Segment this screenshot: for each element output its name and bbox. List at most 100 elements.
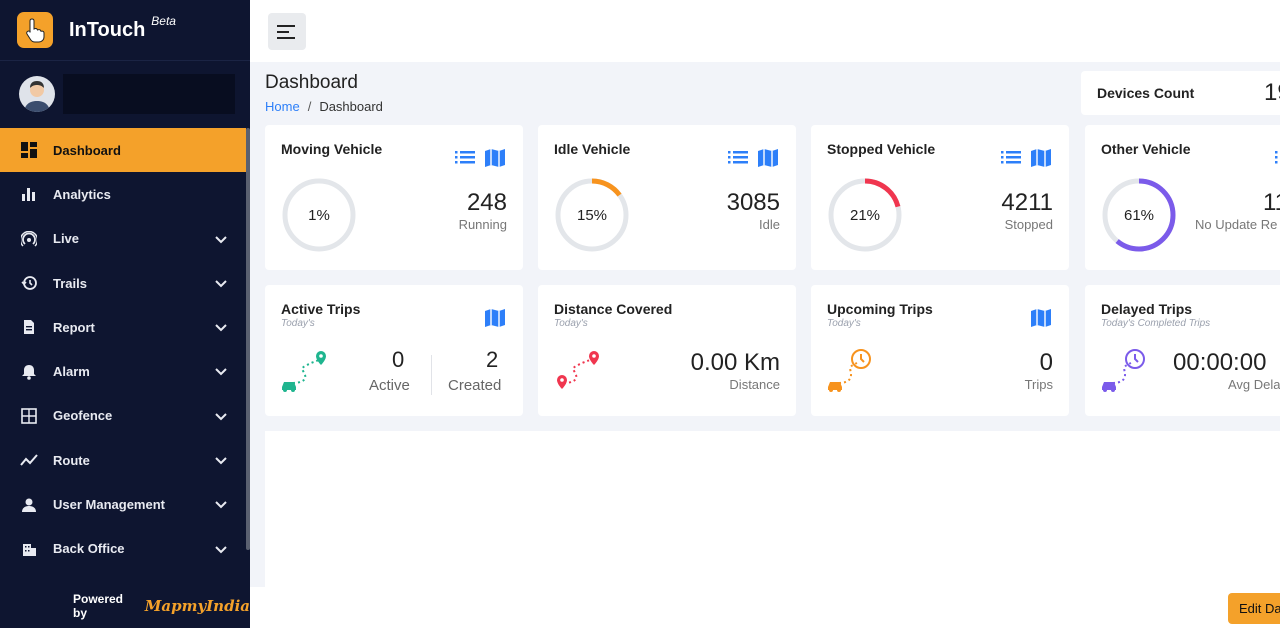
sidebar-item-label: Analytics (53, 186, 111, 202)
percent-label: 21% (849, 206, 881, 224)
powered-by-label: Powered by (73, 592, 124, 620)
map-icon[interactable] (1031, 149, 1051, 167)
card-title: Distance Covered (554, 301, 673, 317)
devices-count-card: Devices Count 19 (1081, 71, 1280, 115)
sidebar-item-back-office[interactable]: Back Office (0, 527, 246, 571)
vehicle-status-label: No Update Re (1195, 217, 1278, 232)
breadcrumb-current: Dashboard (319, 99, 383, 114)
divider (431, 355, 432, 395)
map-icon[interactable] (485, 149, 505, 167)
map-icon[interactable] (485, 309, 505, 327)
list-icon[interactable] (728, 149, 748, 165)
card-title: Idle Vehicle (554, 141, 631, 157)
card-title: Delayed Trips (1101, 301, 1193, 317)
breadcrumb-home-link[interactable]: Home (265, 99, 300, 114)
card-tools (485, 309, 505, 327)
vehicle-status-label: Idle (759, 217, 780, 232)
delayed-trips-card: Delayed Trips Today's Completed Trips 00… (1085, 285, 1280, 416)
upcoming-trips-value: 0 (1039, 349, 1053, 376)
beta-badge: Beta (151, 14, 176, 28)
distance-label: Distance (729, 377, 780, 392)
sidebar-item-alarm[interactable]: Alarm (0, 349, 246, 393)
chevron-down-icon (215, 413, 227, 421)
card-subtitle: Today's (554, 318, 588, 329)
dashboard-content-panel (265, 431, 1280, 587)
report-icon (20, 318, 38, 336)
upcoming-clock-car-icon (828, 349, 871, 392)
chevron-down-icon (215, 368, 227, 376)
route-car-icon (282, 351, 326, 392)
sidebar-item-label: Dashboard (53, 142, 121, 158)
sidebar-item-dashboard[interactable]: Dashboard (0, 128, 246, 173)
menu-toggle-button[interactable] (268, 13, 306, 50)
hand-pointer-icon (17, 12, 53, 48)
card-tools (455, 149, 505, 167)
delayed-clock-car-icon (1102, 349, 1145, 392)
chevron-down-icon (215, 501, 227, 509)
list-icon[interactable] (1001, 149, 1021, 165)
idle-vehicle-card: Idle Vehicle 15% 3085 Idle (538, 125, 796, 270)
moving-vehicle-card: Moving Vehicle 1% 248 Running (265, 125, 523, 270)
list-icon[interactable] (455, 149, 475, 165)
live-icon (20, 230, 38, 248)
sidebar-item-label: User Management (53, 497, 165, 513)
active-trips-card: Active Trips Today's 0 Active 2 Created (265, 285, 523, 416)
chevron-down-icon (215, 457, 227, 465)
edit-dashboard-button[interactable]: Edit Da (1228, 593, 1280, 624)
map-icon[interactable] (1031, 309, 1051, 327)
bell-icon (20, 363, 38, 381)
user-profile[interactable] (0, 60, 250, 126)
distance-route-icon (557, 351, 599, 389)
card-tools (1031, 309, 1051, 327)
vehicle-count: 4211 (1001, 189, 1053, 216)
sidebar-item-geofence[interactable]: Geofence (0, 394, 246, 438)
sidebar-scrollbar[interactable] (246, 128, 250, 550)
geofence-icon (20, 407, 38, 425)
vehicle-status-label: Running (458, 217, 507, 232)
history-icon (20, 274, 38, 292)
sidebar-item-label: Back Office (53, 541, 125, 557)
stopped-vehicle-card: Stopped Vehicle 21% 4211 Stopped (811, 125, 1069, 270)
dashboard-icon (20, 141, 38, 159)
breadcrumb-separator: / (307, 99, 312, 114)
powered-brand: MapmyIndia (144, 597, 250, 615)
sidebar-item-label: Geofence (53, 408, 113, 424)
active-trips-label: Active (369, 377, 410, 394)
card-title: Moving Vehicle (281, 141, 383, 157)
card-tools (1001, 149, 1051, 167)
percent-label: 1% (308, 206, 330, 224)
breadcrumb: Home / Dashboard (265, 99, 383, 114)
vehicle-count: 11 (1263, 189, 1280, 216)
powered-by: Powered by MapmyIndia (73, 592, 250, 620)
card-tools (728, 149, 778, 167)
sidebar-item-report[interactable]: Report (0, 305, 246, 349)
sidebar-item-live[interactable]: Live (0, 217, 246, 261)
sidebar-item-label: Report (53, 319, 95, 335)
created-trips-label: Created (448, 377, 502, 394)
upcoming-trips-label: Trips (1024, 377, 1053, 392)
page-title: Dashboard (265, 72, 358, 93)
vehicle-status-label: Stopped (1004, 217, 1053, 232)
vehicle-count: 248 (466, 189, 507, 216)
sidebar-item-route[interactable]: Route (0, 438, 246, 482)
distance-covered-card: Distance Covered Today's 0.00 Km Distanc… (538, 285, 796, 416)
active-trips-value: 0 (392, 347, 405, 372)
brand-name: InTouch (69, 18, 146, 41)
map-icon[interactable] (758, 149, 778, 167)
profile-name-redacted (63, 73, 235, 114)
other-vehicle-card: Other Vehicle 61% 11 No Update Re (1085, 125, 1280, 270)
card-subtitle: Today's Completed Trips (1101, 318, 1211, 329)
card-title: Active Trips (281, 301, 361, 317)
sidebar-item-label: Trails (53, 275, 87, 291)
card-tools (1275, 149, 1280, 165)
analytics-icon (20, 185, 38, 203)
sidebar-item-user-management[interactable]: User Management (0, 482, 246, 526)
sidebar-item-analytics[interactable]: Analytics (0, 172, 246, 216)
card-subtitle: Today's (827, 318, 861, 329)
chevron-down-icon (215, 235, 227, 244)
devices-count-label: Devices Count (1097, 85, 1195, 101)
created-trips-value: 2 (486, 347, 499, 372)
sidebar-item-trails[interactable]: Trails (0, 261, 246, 305)
list-icon[interactable] (1275, 149, 1280, 165)
brand[interactable]: InTouch Beta (0, 0, 250, 60)
